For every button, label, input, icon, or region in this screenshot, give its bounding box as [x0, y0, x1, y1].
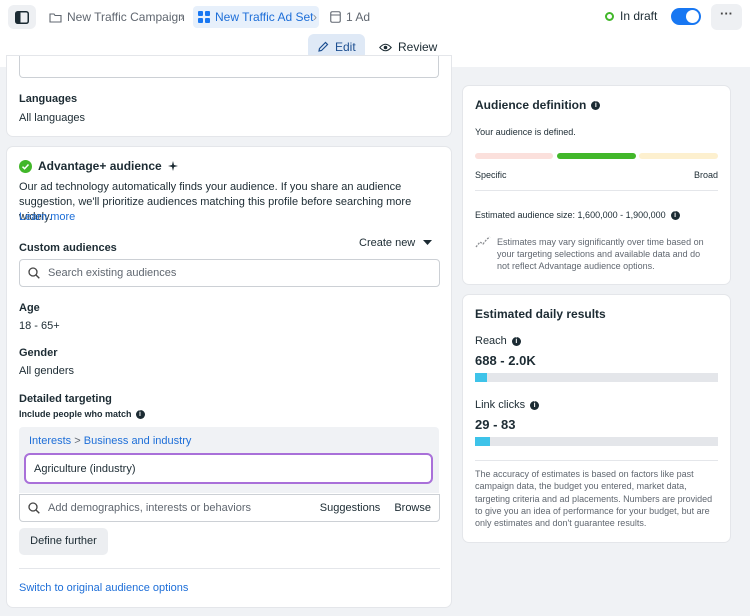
meter-broad-label: Broad: [694, 170, 719, 180]
gender-label: Gender: [19, 347, 58, 359]
meter-specific-segment: [475, 153, 553, 159]
link-clicks-bar-fill: [475, 437, 490, 446]
search-icon: [28, 267, 40, 279]
meter-defined-segment: [557, 153, 636, 159]
audience-definition-card: Audience definition i Your audience is d…: [462, 85, 731, 285]
audience-size-row: Estimated audience size: 1,600,000 - 1,9…: [475, 210, 680, 220]
breadcrumb-ad[interactable]: 1 Ad: [330, 6, 370, 28]
check-circle-icon: [19, 159, 32, 173]
audience-estimate-note: Estimates may vary significantly over ti…: [497, 237, 704, 271]
estimates-accuracy-note: The accuracy of estimates is based on fa…: [475, 469, 713, 529]
reach-label: Reach: [475, 335, 507, 347]
learn-more-link[interactable]: Learn more: [19, 211, 75, 223]
advantage-title: Advantage+ audience: [38, 159, 162, 173]
link-clicks-value: 29 - 83: [475, 417, 516, 432]
caret-down-icon: [423, 240, 433, 245]
chevron-right-icon: ›: [313, 10, 317, 24]
info-icon[interactable]: i: [135, 409, 145, 419]
browse-button[interactable]: Browse: [394, 502, 431, 514]
selected-interest-chip[interactable]: Agriculture (industry): [24, 453, 433, 484]
breadcrumb-adset-label: New Traffic Ad Set: [215, 10, 314, 24]
reach-header: Reach i: [475, 335, 521, 347]
location-search-input[interactable]: [19, 56, 439, 78]
advantage-header: Advantage+ audience: [19, 159, 178, 173]
divider: [475, 190, 718, 191]
grid-icon: [198, 11, 210, 23]
info-icon[interactable]: i: [670, 210, 680, 220]
divider: [475, 460, 718, 461]
custom-audience-search-input[interactable]: Search existing audiences: [19, 259, 440, 287]
info-icon[interactable]: i: [591, 100, 601, 110]
audience-definition-status: Your audience is defined.: [475, 127, 576, 137]
interest-selection-area: Interests > Business and industry Agricu…: [19, 427, 439, 493]
interest-path-interests[interactable]: Interests: [29, 435, 71, 447]
reach-value: 688 - 2.0K: [475, 353, 536, 368]
interest-path-separator: >: [74, 435, 81, 447]
create-new-dropdown[interactable]: Create new: [359, 237, 433, 249]
custom-audience-search-placeholder: Search existing audiences: [48, 267, 177, 279]
more-options-button[interactable]: ···: [711, 4, 742, 30]
detailed-targeting-search-input[interactable]: Add demographics, interests or behaviors…: [19, 494, 440, 522]
audience-definition-header: Audience definition i: [475, 98, 601, 112]
interest-path: Interests > Business and industry: [29, 435, 191, 447]
trend-icon: [475, 236, 491, 251]
estimated-results-card: Estimated daily results Reach i 688 - 2.…: [462, 294, 731, 543]
advantage-description: Our ad technology automatically finds yo…: [19, 181, 412, 223]
folder-icon: [49, 12, 62, 23]
divider: [19, 568, 440, 569]
include-label: Include people who match: [19, 409, 132, 419]
sparkle-icon: [167, 161, 178, 171]
toggle-knob: [686, 10, 699, 23]
meter-specific-label: Specific: [475, 170, 507, 180]
include-people-row: Include people who match i: [19, 409, 145, 419]
age-value[interactable]: 18 - 65+: [19, 320, 60, 332]
chevron-right-icon: ›: [180, 10, 184, 24]
link-clicks-header: Link clicks i: [475, 399, 540, 411]
tab-review-label: Review: [398, 40, 438, 54]
draft-status-icon: [605, 11, 614, 21]
advantage-audience-card: Advantage+ audience Our ad technology au…: [6, 146, 452, 608]
interest-path-business[interactable]: Business and industry: [84, 435, 192, 447]
link-clicks-label: Link clicks: [475, 399, 526, 411]
reach-bar-fill: [475, 373, 488, 382]
suggestions-button[interactable]: Suggestions: [320, 502, 381, 514]
detailed-targeting-placeholder: Add demographics, interests or behaviors: [48, 502, 251, 514]
languages-label: Languages: [19, 93, 78, 105]
eye-icon: [379, 43, 392, 51]
detailed-targeting-label: Detailed targeting: [19, 393, 112, 405]
audience-definition-title: Audience definition: [475, 98, 587, 112]
languages-value[interactable]: All languages: [19, 112, 85, 124]
gender-value[interactable]: All genders: [19, 365, 74, 377]
pencil-icon: [318, 41, 329, 52]
breadcrumb-campaign-label: New Traffic Campaign: [67, 10, 185, 24]
ad-icon: [330, 11, 341, 23]
estimated-results-title: Estimated daily results: [475, 307, 606, 321]
selected-interest-label: Agriculture (industry): [34, 462, 136, 475]
breadcrumb-campaign[interactable]: New Traffic Campaign: [49, 6, 185, 28]
draft-status: In draft: [605, 9, 657, 23]
audience-size-text: Estimated audience size: 1,600,000 - 1,9…: [475, 210, 666, 220]
breadcrumb-adset[interactable]: New Traffic Ad Set: [193, 6, 319, 28]
publish-toggle[interactable]: [671, 8, 701, 25]
link-clicks-bar: [475, 437, 718, 446]
custom-audiences-label: Custom audiences: [19, 242, 117, 254]
reach-bar: [475, 373, 718, 382]
define-further-button[interactable]: Define further: [19, 528, 108, 555]
info-icon[interactable]: i: [530, 400, 540, 410]
info-icon[interactable]: i: [511, 336, 521, 346]
locations-languages-card: Languages All languages: [6, 55, 452, 137]
age-label: Age: [19, 302, 40, 314]
search-icon: [28, 502, 40, 514]
switch-audience-options-link[interactable]: Switch to original audience options: [19, 582, 188, 594]
sidebar-panel-icon[interactable]: [8, 5, 36, 29]
draft-status-label: In draft: [620, 9, 658, 23]
meter-broad-segment: [639, 153, 718, 159]
create-new-label: Create new: [359, 237, 416, 249]
breadcrumb-ad-label: 1 Ad: [346, 10, 371, 24]
tab-edit-label: Edit: [335, 40, 356, 54]
